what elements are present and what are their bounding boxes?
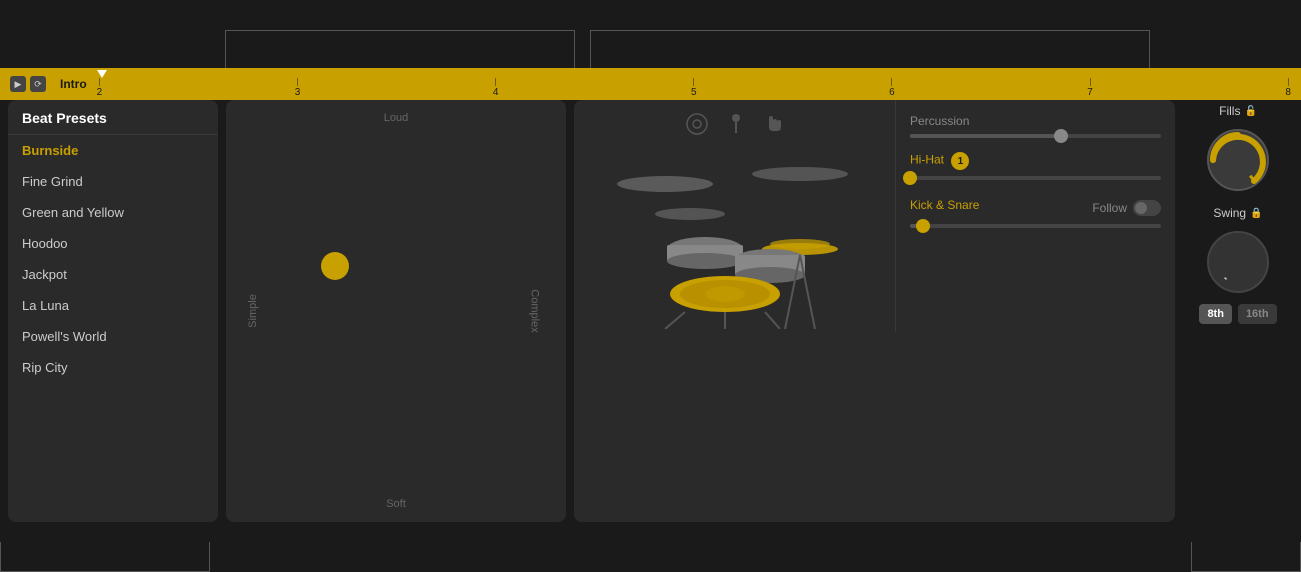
bracket-top-right <box>590 30 1150 70</box>
note-16th-button[interactable]: 16th <box>1238 304 1277 324</box>
hi-hat-slider[interactable] <box>910 176 1161 180</box>
drum-icons-row <box>685 112 785 136</box>
note-buttons: 8th 16th <box>1199 304 1276 324</box>
swing-knob[interactable] <box>1204 228 1272 296</box>
beat-pad[interactable]: Loud Soft Simple Complex <box>226 100 566 522</box>
swing-lock-icon: 🔒 <box>1250 208 1262 219</box>
ruler-mark-4: 4 <box>493 78 499 98</box>
follow-toggle[interactable] <box>1133 200 1161 216</box>
kick-snare-row: Kick & Snare Follow <box>910 198 1161 218</box>
note-8th-button[interactable]: 8th <box>1199 304 1232 324</box>
sidebar: Beat Presets Burnside Fine Grind Green a… <box>8 100 218 522</box>
follow-row: Follow <box>1092 200 1161 216</box>
ruler-mark-6: 6 <box>889 78 895 98</box>
right-panel: Fills 🔓 Swing 🔒 <box>1183 100 1293 522</box>
follow-label: Follow <box>1092 201 1127 215</box>
kick-snare-label: Kick & Snare <box>910 198 979 212</box>
fills-knob-svg <box>1204 126 1272 194</box>
beat-pad-complex-label: Complex <box>528 289 540 332</box>
sidebar-item-burnside[interactable]: Burnside <box>8 135 218 166</box>
bracket-bot-right <box>1191 542 1301 572</box>
beat-pad-simple-label: Simple <box>247 294 259 328</box>
percussion-slider[interactable] <box>910 134 1161 138</box>
timeline-ruler[interactable]: ▶ ⟳ Intro 2 3 4 5 6 7 8 <box>0 68 1301 100</box>
fills-lock-icon: 🔓 <box>1244 106 1256 117</box>
sidebar-item-green-and-yellow[interactable]: Green and Yellow <box>8 197 218 228</box>
toggle-knob <box>1135 202 1147 214</box>
loop-button[interactable]: ⟳ <box>30 76 46 92</box>
ruler-mark-5: 5 <box>691 78 697 98</box>
fills-knob[interactable] <box>1204 126 1272 194</box>
drum-kit-svg <box>605 129 865 329</box>
sidebar-item-fine-grind[interactable]: Fine Grind <box>8 166 218 197</box>
sidebar-item-rip-city[interactable]: Rip City <box>8 352 218 383</box>
drum-top: Percussion Hi-Hat 1 Kick & Snare <box>574 100 1175 332</box>
beat-pad-loud-label: Loud <box>384 112 408 124</box>
main-content: Beat Presets Burnside Fine Grind Green a… <box>0 100 1301 522</box>
swing-label-row: Swing 🔒 <box>1213 206 1262 220</box>
hand-icon <box>763 113 785 135</box>
fills-label-row: Fills 🔓 <box>1219 104 1257 118</box>
sidebar-item-jackpot[interactable]: Jackpot <box>8 259 218 290</box>
bracket-bot-left <box>0 542 210 572</box>
bracket-top-left <box>225 30 575 70</box>
sidebar-item-hoodoo[interactable]: Hoodoo <box>8 228 218 259</box>
fills-label: Fills <box>1219 104 1240 118</box>
kick-snare-slider[interactable] <box>910 224 1161 228</box>
swing-label: Swing <box>1213 206 1246 220</box>
drum-controls: Percussion Hi-Hat 1 Kick & Snare <box>895 100 1175 332</box>
ruler-mark-3: 3 <box>295 78 301 98</box>
percussion-label: Percussion <box>910 114 1161 128</box>
drum-kit-visual <box>574 100 895 332</box>
ruler-marks: 2 3 4 5 6 7 8 <box>97 78 1291 100</box>
hi-hat-label: Hi-Hat 1 <box>910 152 1161 170</box>
drum-area: Percussion Hi-Hat 1 Kick & Snare <box>574 100 1175 522</box>
ruler-mark-7: 7 <box>1087 78 1093 98</box>
ruler: 2 3 4 5 6 7 8 <box>97 68 1291 100</box>
sidebar-header: Beat Presets <box>8 100 218 135</box>
swing-knob-svg <box>1204 228 1272 296</box>
ruler-mark-8: 8 <box>1285 78 1291 98</box>
stick-icon <box>725 113 747 135</box>
timeline-label: Intro <box>60 77 87 91</box>
transport-controls: ▶ ⟳ <box>10 76 46 92</box>
sidebar-item-la-luna[interactable]: La Luna <box>8 290 218 321</box>
drum-kit-svg-container <box>605 129 865 334</box>
beat-pad-soft-label: Soft <box>386 498 406 510</box>
sidebar-item-powells-world[interactable]: Powell's World <box>8 321 218 352</box>
play-button[interactable]: ▶ <box>10 76 26 92</box>
cymbal-icon <box>685 112 709 136</box>
hi-hat-badge: 1 <box>951 152 969 170</box>
playhead[interactable] <box>97 68 107 100</box>
beat-dot[interactable] <box>321 252 349 280</box>
